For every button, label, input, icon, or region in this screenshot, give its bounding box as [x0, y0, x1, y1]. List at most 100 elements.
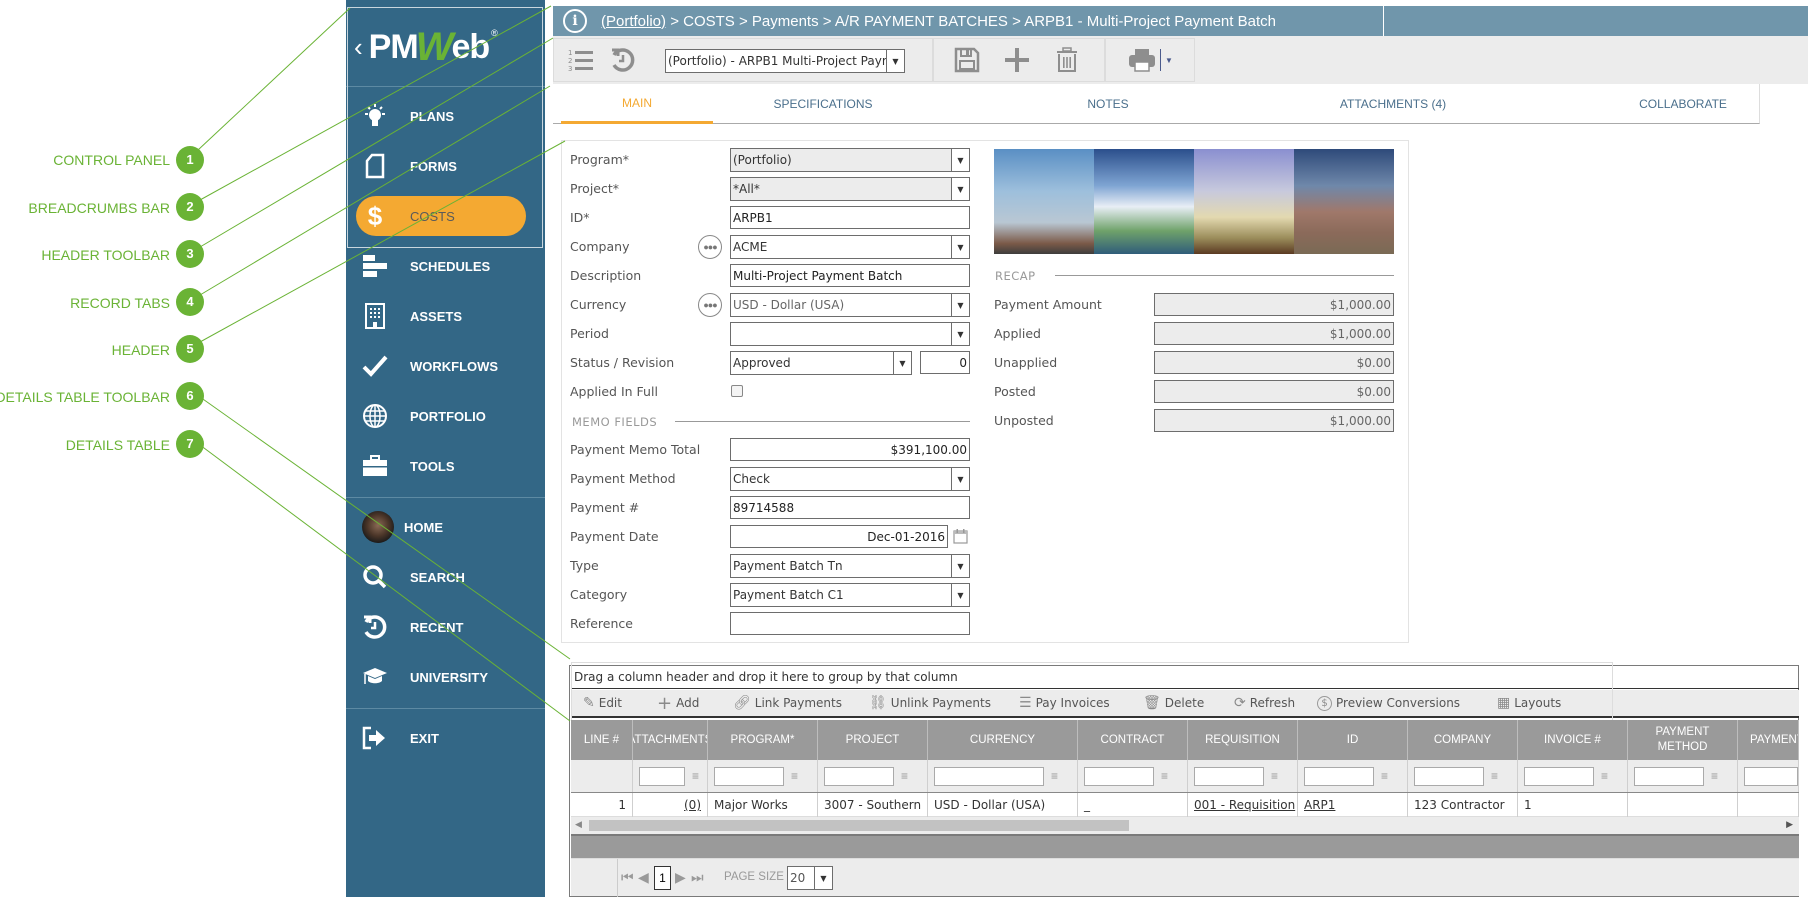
sidebar-item-home[interactable]: HOME	[346, 507, 545, 547]
unlink-payments-button[interactable]: ⛓︎ Unlink Payments	[869, 695, 991, 711]
filter-icon[interactable]: ≡	[1161, 770, 1175, 782]
next-page-icon[interactable]: ▶	[675, 869, 686, 886]
page-size-select[interactable]: 20 ▼	[787, 866, 833, 890]
column-header-payment-method[interactable]: PAYMENT METHOD	[1628, 720, 1738, 760]
pay-invoices-button[interactable]: ☰ Pay Invoices	[1019, 695, 1110, 711]
applied-in-full-checkbox[interactable]	[731, 385, 743, 397]
sidebar-item-portfolio[interactable]: PORTFOLIO	[346, 396, 545, 436]
column-header-company[interactable]: COMPANY	[1408, 720, 1518, 760]
chevron-down-icon[interactable]: ▼	[951, 236, 969, 258]
revision-field[interactable]: 0	[920, 351, 970, 374]
chevron-down-icon[interactable]: ▼	[886, 50, 904, 72]
chevron-down-icon[interactable]: ▼	[814, 867, 832, 889]
currency-select[interactable]: USD - Dollar (USA) ▼	[730, 293, 970, 317]
save-icon[interactable]	[954, 47, 980, 73]
cell-attachments-link[interactable]: (0)	[633, 793, 708, 817]
filter-input[interactable]	[934, 766, 1044, 786]
scroll-left-arrow-icon[interactable]: ◀	[575, 819, 582, 830]
sidebar-item-tools[interactable]: TOOLS	[346, 446, 545, 486]
column-header-line[interactable]: LINE #	[571, 720, 633, 760]
project-select[interactable]: *All* ▼	[730, 177, 970, 201]
tab-notes[interactable]: NOTES	[1033, 84, 1183, 124]
cell-contract[interactable]: _	[1078, 793, 1188, 817]
filter-input[interactable]	[824, 766, 894, 786]
category-select[interactable]: Payment Batch C1 ▼	[730, 583, 970, 607]
collapse-chevron-icon[interactable]: ‹	[354, 32, 363, 63]
filter-icon[interactable]: ≡	[1051, 770, 1065, 782]
tab-collaborate[interactable]: COLLABORATE	[1613, 84, 1753, 124]
history-icon[interactable]	[608, 47, 638, 73]
column-header-project[interactable]: PROJECT	[818, 720, 928, 760]
chevron-down-icon[interactable]: ▼	[951, 149, 969, 171]
filter-icon[interactable]: ≡	[692, 770, 706, 782]
preview-conversions-button[interactable]: $ Preview Conversions	[1317, 695, 1460, 711]
table-row[interactable]: 1 (0) Major Works 3007 - Southern USD - …	[571, 793, 1799, 817]
chevron-down-icon[interactable]: ▼	[951, 555, 969, 577]
column-header-requisition[interactable]: REQUISITION	[1188, 720, 1298, 760]
filter-icon[interactable]: ≡	[1381, 770, 1395, 782]
print-dropdown-arrow-icon[interactable]: ▼	[1165, 56, 1173, 65]
tab-attachments[interactable]: ATTACHMENTS (4)	[1293, 84, 1493, 124]
column-header-contract[interactable]: CONTRACT	[1078, 720, 1188, 760]
breadcrumb-portfolio-link[interactable]: (Portfolio)	[601, 13, 666, 30]
payment-method-select[interactable]: Check ▼	[730, 467, 970, 491]
sidebar-item-search[interactable]: SEARCH	[346, 557, 545, 597]
scrollbar-thumb[interactable]	[589, 820, 1129, 831]
scroll-right-arrow-icon[interactable]: ▶	[1786, 819, 1793, 830]
description-field[interactable]: Multi-Project Payment Batch	[730, 264, 970, 287]
layouts-button[interactable]: ▦ Layouts	[1497, 695, 1561, 711]
filter-icon[interactable]: ≡	[791, 770, 805, 782]
info-icon[interactable]: i	[563, 9, 587, 33]
filter-icon[interactable]: ≡	[901, 770, 915, 782]
column-header-invoice[interactable]: INVOICE #	[1518, 720, 1628, 760]
sidebar-item-workflows[interactable]: WORKFLOWS	[346, 346, 545, 386]
sidebar-item-exit[interactable]: EXIT	[346, 718, 545, 758]
filter-input[interactable]	[1744, 766, 1798, 786]
filter-input[interactable]	[639, 766, 685, 786]
program-select[interactable]: (Portfolio) ▼	[730, 148, 970, 172]
page-number-field[interactable]: 1	[654, 866, 671, 890]
add-button[interactable]: + Add	[657, 693, 699, 714]
company-lookup-ellipsis-icon[interactable]: ●●●	[698, 235, 722, 259]
payment-date-field[interactable]: Dec-01-2016	[730, 525, 948, 548]
chevron-down-icon[interactable]: ▼	[951, 323, 969, 345]
add-icon[interactable]	[1004, 47, 1030, 73]
horizontal-scrollbar[interactable]: ◀ ▶	[571, 817, 1799, 834]
tab-specifications[interactable]: SPECIFICATIONS	[723, 84, 923, 124]
payment-number-field[interactable]: 89714588	[730, 496, 970, 519]
status-select[interactable]: Approved ▼	[730, 351, 912, 375]
pmweb-logo[interactable]: ‹ PM W eb ®	[354, 22, 498, 72]
column-header-currency[interactable]: CURRENCY	[928, 720, 1078, 760]
filter-input[interactable]	[714, 766, 784, 786]
sidebar-item-university[interactable]: UNIVERSITY	[346, 657, 545, 697]
sidebar-item-assets[interactable]: ASSETS	[346, 296, 545, 336]
filter-icon[interactable]: ≡	[1271, 770, 1285, 782]
reference-field[interactable]	[730, 612, 970, 635]
column-header-program[interactable]: PROGRAM*	[708, 720, 818, 760]
refresh-button[interactable]: ⟳ Refresh	[1234, 695, 1295, 711]
filter-icon[interactable]: ≡	[1601, 770, 1615, 782]
filter-icon[interactable]: ≡	[1491, 770, 1505, 782]
tab-main[interactable]: MAIN	[561, 84, 713, 124]
filter-input[interactable]	[1194, 766, 1264, 786]
filter-input[interactable]	[1084, 766, 1154, 786]
filter-icon[interactable]: ≡	[1711, 770, 1725, 782]
sidebar-item-schedules[interactable]: SCHEDULES	[346, 246, 545, 286]
edit-button[interactable]: ✎ Edit	[583, 695, 622, 711]
numbered-list-icon[interactable]: 123	[566, 48, 596, 72]
chevron-down-icon[interactable]: ▼	[951, 294, 969, 316]
filter-input[interactable]	[1634, 766, 1704, 786]
group-by-drop-zone[interactable]: Drag a column header and drop it here to…	[571, 666, 1799, 689]
column-header-attachments[interactable]: ATTACHMENTS	[633, 720, 708, 760]
print-icon[interactable]	[1128, 48, 1156, 72]
cell-requisition-link[interactable]: 001 - Requisition	[1188, 793, 1298, 817]
column-header-payment[interactable]: PAYMENT	[1738, 720, 1799, 760]
cell-id-link[interactable]: ARP1	[1298, 793, 1408, 817]
previous-page-icon[interactable]: ◀	[638, 869, 649, 886]
chevron-down-icon[interactable]: ▼	[951, 468, 969, 490]
period-select[interactable]: ▼	[730, 322, 970, 346]
first-page-icon[interactable]: ⏮︎	[621, 869, 634, 886]
sidebar-item-forms[interactable]: FORMS	[346, 146, 545, 186]
id-field[interactable]: ARPB1	[730, 206, 970, 229]
calendar-icon[interactable]	[953, 528, 968, 549]
